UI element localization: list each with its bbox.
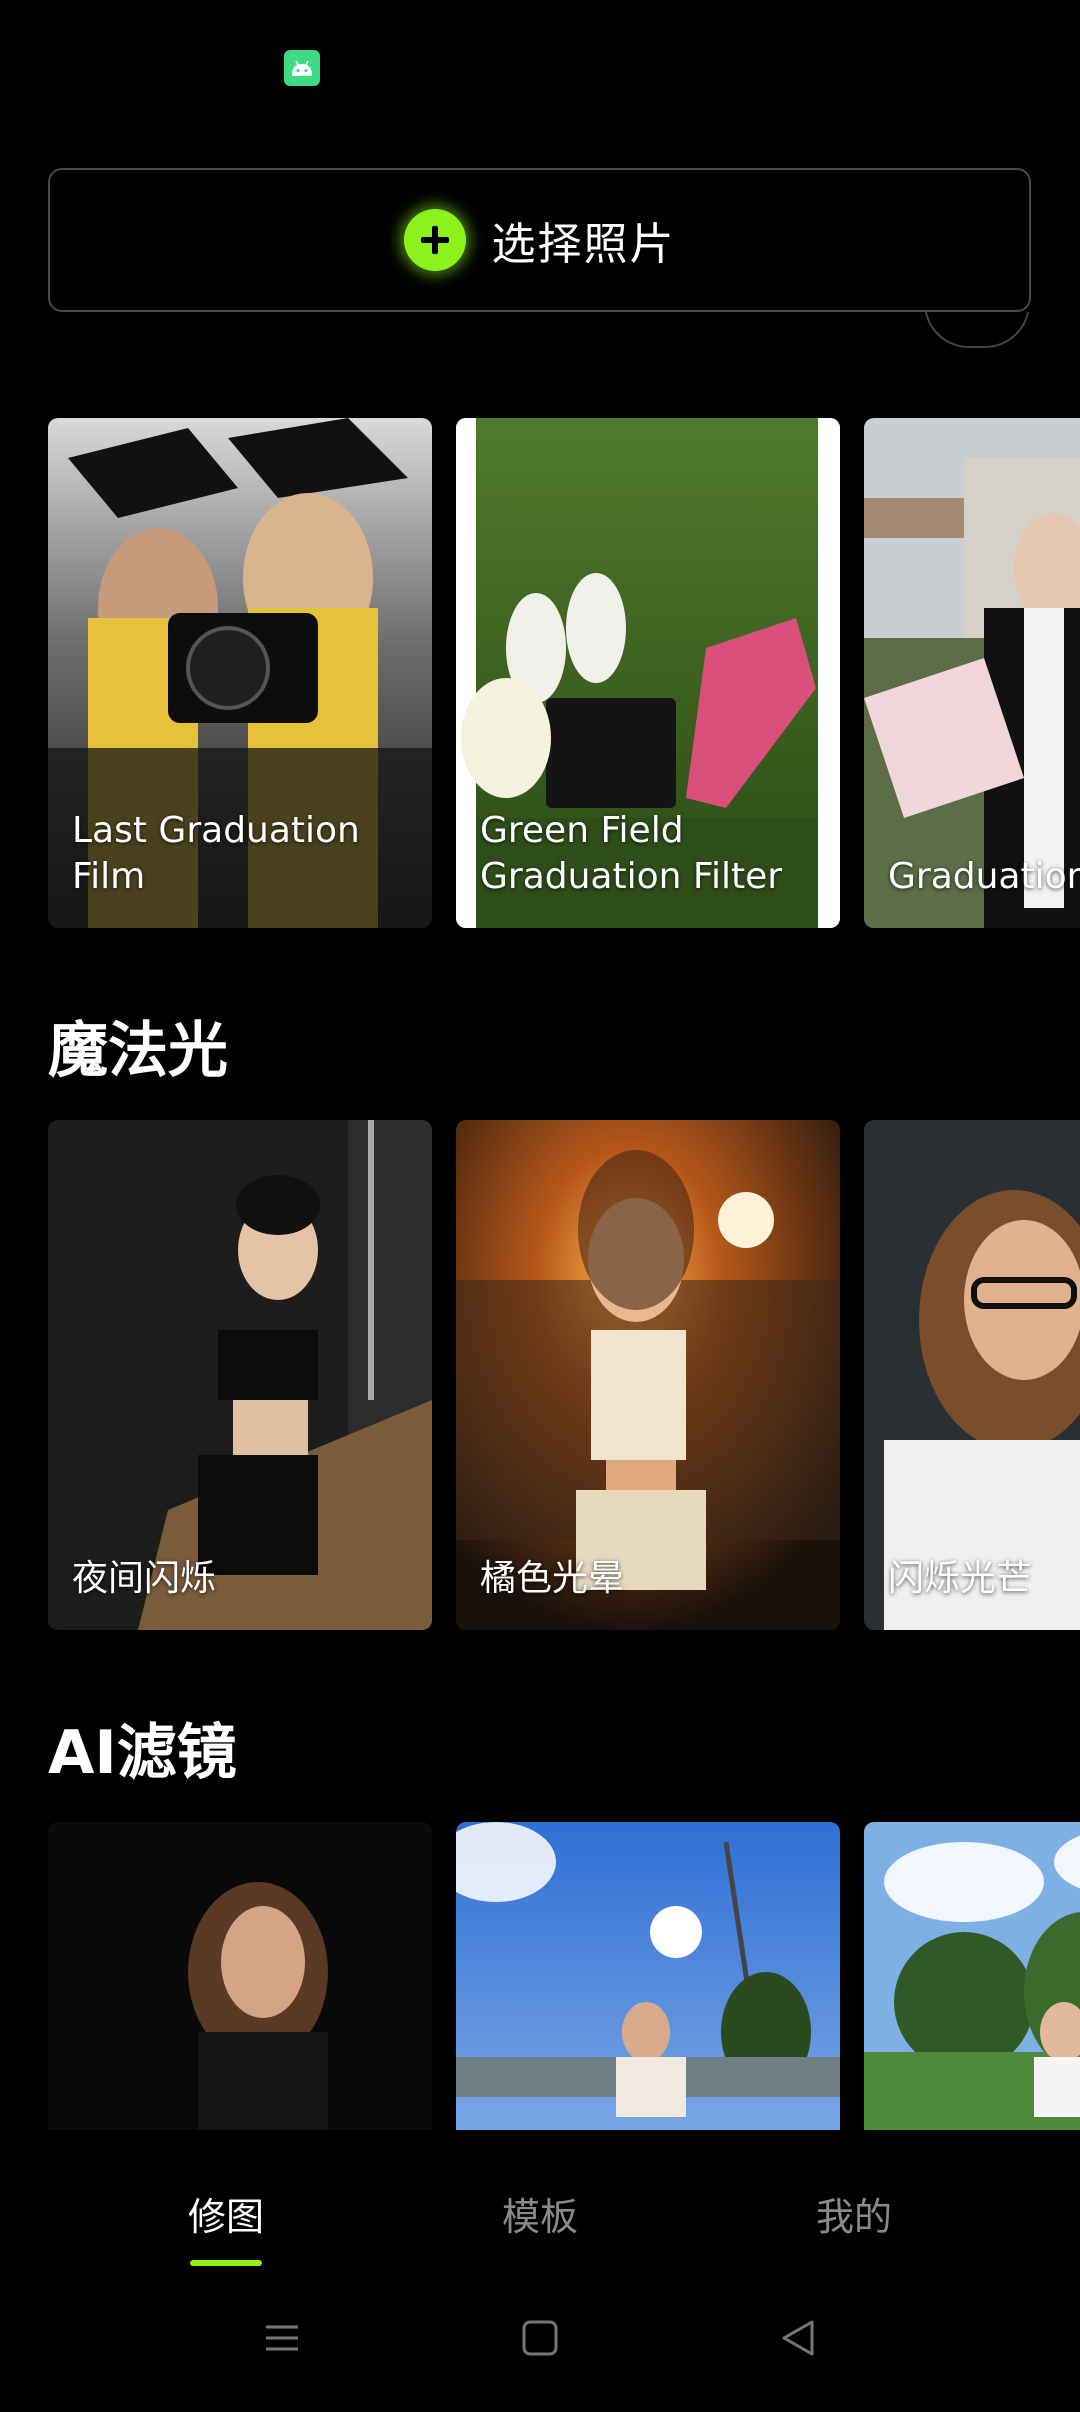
plus-icon [403,209,466,271]
section-more-button[interactable] [924,312,1030,348]
card-row-graduation: Last Graduation Film Green Field Graduat… [0,418,1080,928]
card-image [864,1822,1080,2130]
template-card[interactable]: 闪烁光芒 [864,1120,1080,1630]
template-card[interactable]: Green Field Graduation Filter [456,418,840,928]
card-caption: Graduation Film [888,856,1080,897]
card-caption: 橘色光晕 [480,1558,625,1599]
section-title-graduation: Graduation Season [48,312,692,324]
template-card[interactable]: 橘色光晕 [456,1120,840,1630]
card-caption: Green Field Graduation Filter [480,810,783,897]
active-tab-indicator [190,2260,262,2266]
card-row-magic-light: 夜间闪烁 橘色光晕 闪烁光芒 [0,1120,1080,1630]
template-card[interactable]: Graduation Film [864,418,1080,928]
template-card[interactable]: Last Graduation Film [48,418,432,928]
menu-icon[interactable] [252,2308,312,2368]
template-card[interactable]: 夜间闪烁 [48,1120,432,1630]
back-icon[interactable] [768,2308,828,2368]
tab-me[interactable]: 我的 [774,2186,934,2241]
card-image [48,1120,432,1630]
tab-edit[interactable]: 修图 [146,2186,306,2241]
template-card[interactable] [456,1822,840,2130]
card-caption: 闪烁光芒 [888,1558,1033,1599]
card-caption: Last Graduation Film [72,810,360,897]
home-icon[interactable] [510,2308,570,2368]
feed-content[interactable]: Graduation Season [0,312,1080,2130]
card-row-ai-filter [0,1822,1080,2130]
template-card[interactable] [48,1822,432,2130]
system-nav-bar [0,2280,1080,2412]
card-image [456,1120,840,1630]
card-image [456,1822,840,2130]
card-image [864,418,1080,928]
select-photo-label: 选择照片 [491,219,676,270]
android-icon [284,50,320,86]
card-image [48,1822,432,2130]
status-bar [0,0,1080,130]
template-card[interactable] [864,1822,1080,2130]
app-screen: Graduation Season [0,0,1080,2412]
bottom-tab-bar: 修图 模板 我的 [0,2130,1080,2280]
card-caption: 夜间闪烁 [72,1558,217,1599]
section-title-magic-light: 魔法光 [48,1016,228,1086]
select-photo-button[interactable]: 选择照片 [48,168,1031,312]
section-title-ai-filter: AI滤镜 [48,1718,237,1788]
tab-templates[interactable]: 模板 [460,2186,620,2241]
card-image [864,1120,1080,1630]
